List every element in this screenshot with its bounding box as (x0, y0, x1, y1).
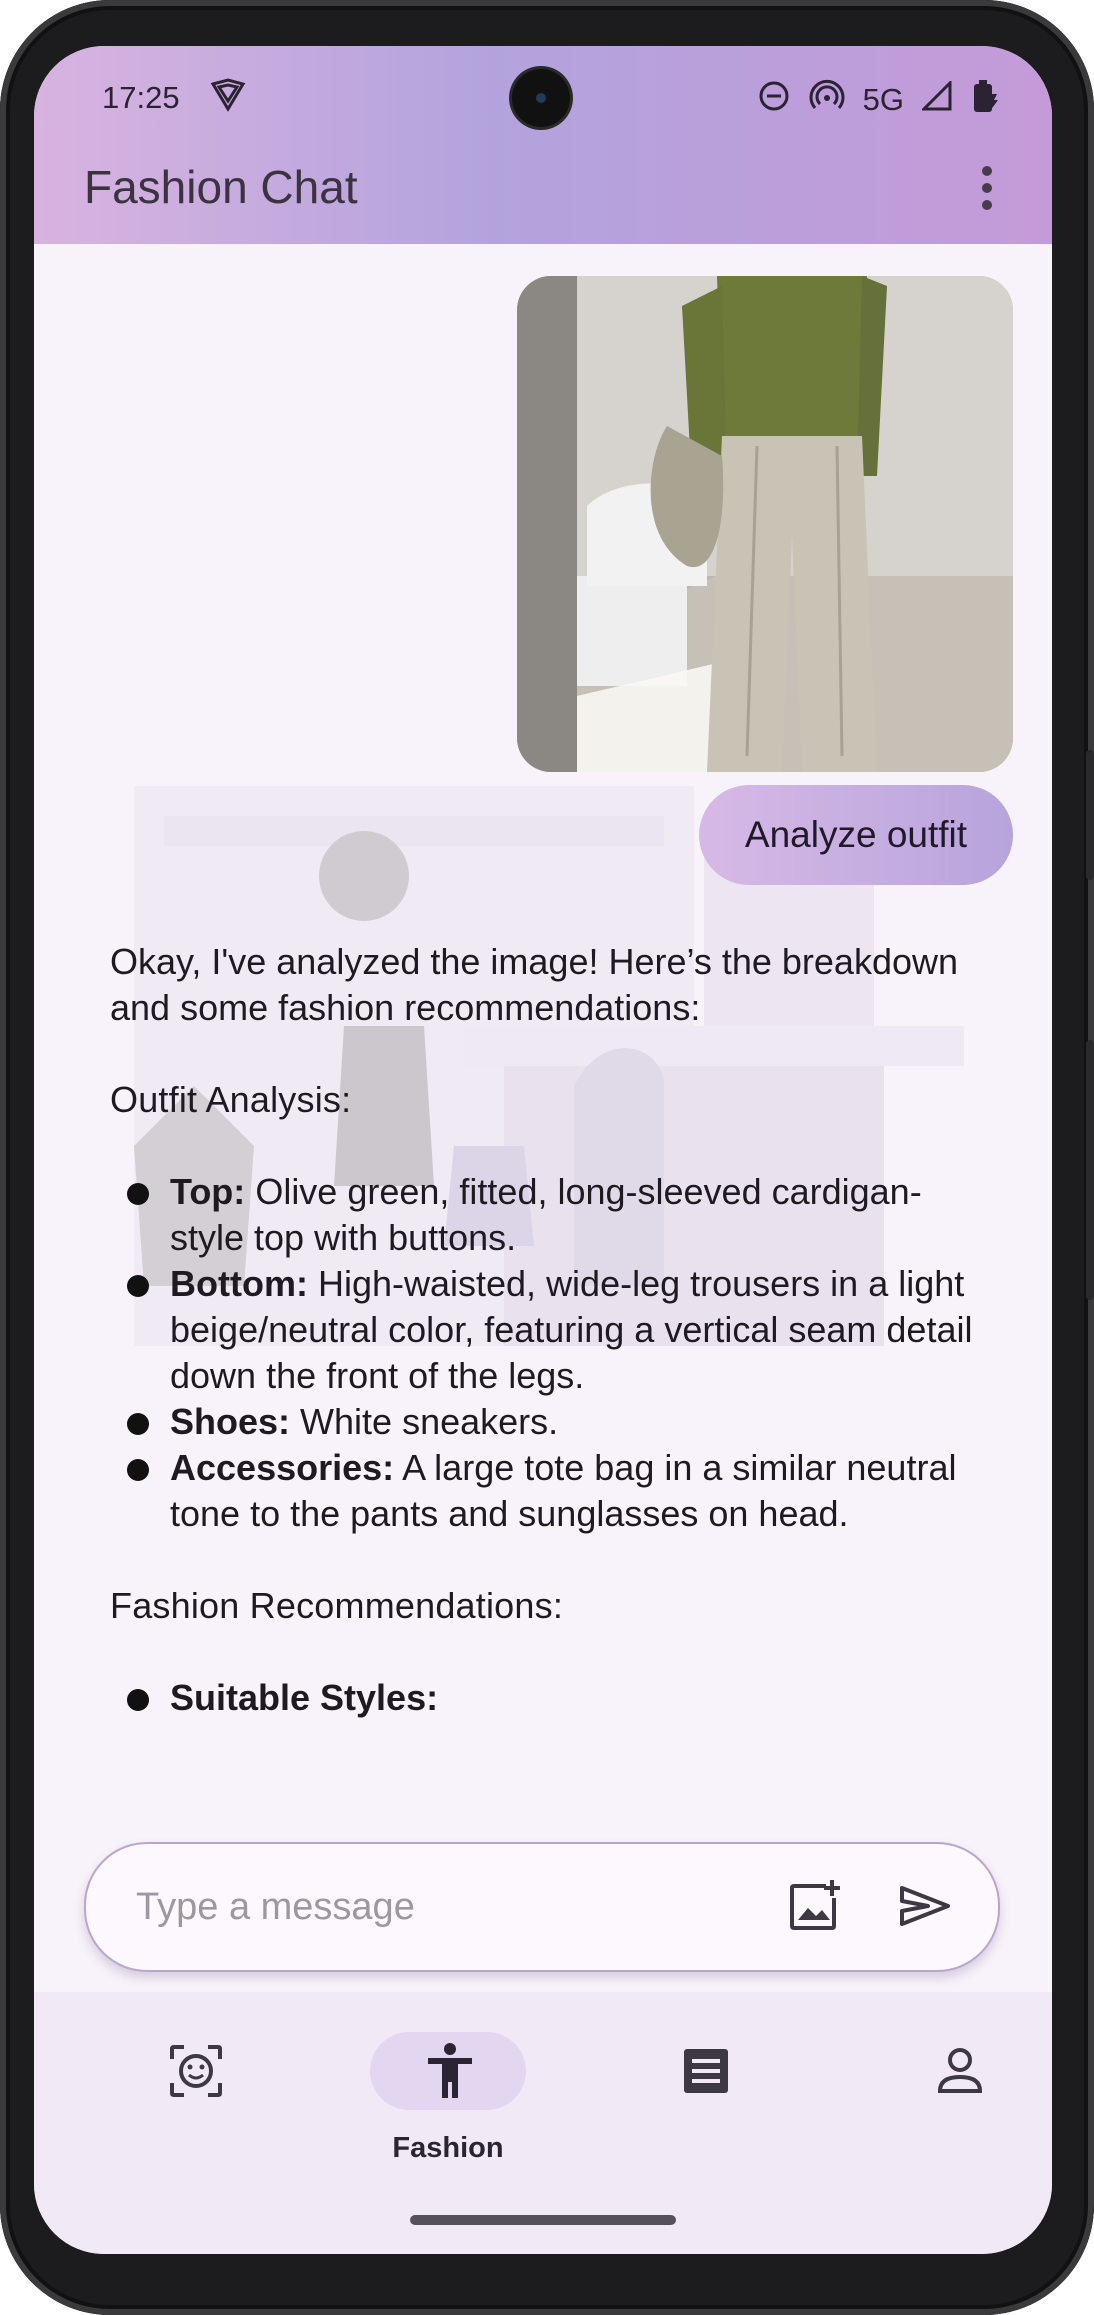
network-type: 5G (862, 82, 904, 117)
add-photo-icon[interactable] (786, 1876, 846, 1936)
more-vert-icon[interactable] (982, 166, 994, 217)
document-icon (684, 2049, 728, 2093)
top-app-bar: 17:25 5G Fashion Chat (34, 46, 1052, 244)
assistant-message: Okay, I've analyzed the image! Here’s th… (110, 939, 980, 1721)
outfit-analysis-list: Top: Olive green, fitted, long-sleeved c… (110, 1169, 980, 1537)
outfit-photo (517, 276, 1013, 772)
accessibility-icon (428, 2043, 472, 2098)
nav-item-documents[interactable] (626, 2032, 786, 2162)
volume-button (1086, 750, 1094, 880)
nav-item-face-scan[interactable] (116, 2032, 276, 2162)
do-not-disturb-icon (757, 79, 791, 121)
list-item: Accessories: A large tote bag in a simil… (110, 1445, 980, 1537)
nav-item-profile[interactable] (880, 2032, 1040, 2162)
vpn-icon (210, 78, 246, 120)
message-composer (84, 1842, 1000, 1972)
list-item: Suitable Styles: (110, 1675, 980, 1721)
nav-label-fashion: Fashion (392, 2132, 504, 2164)
face-scan-icon (170, 2045, 222, 2097)
power-button (1086, 1040, 1094, 1300)
page-title: Fashion Chat (84, 161, 358, 213)
reply-intro: Okay, I've analyzed the image! Here’s th… (110, 941, 959, 1028)
person-icon (937, 2048, 983, 2093)
battery-charging-icon (970, 78, 1000, 122)
screen: 17:25 5G Fashion Chat Analyze outfit Oka… (34, 46, 1052, 2254)
list-item: Top: Olive green, fitted, long-sleeved c… (110, 1169, 980, 1261)
hotspot-icon (809, 79, 845, 121)
front-camera (512, 69, 570, 127)
user-outfit-image[interactable] (517, 276, 1013, 772)
list-item: Shoes: White sneakers. (110, 1399, 980, 1445)
send-icon[interactable] (894, 1876, 954, 1936)
message-input[interactable] (134, 1878, 758, 1936)
recommendations-list: Suitable Styles: (110, 1675, 980, 1721)
nav-item-fashion[interactable]: Fashion (370, 2032, 530, 2164)
section-heading-outfit-analysis: Outfit Analysis: (110, 1079, 352, 1120)
list-item: Bottom: High-waisted, wide-leg trousers … (110, 1261, 980, 1399)
user-message-bubble: Analyze outfit (699, 785, 1013, 885)
section-heading-fashion-recommendations: Fashion Recommendations: (110, 1585, 564, 1626)
status-icons: 5G (757, 78, 1000, 122)
gesture-home-bar[interactable] (410, 2215, 676, 2225)
signal-icon (920, 79, 952, 119)
status-time: 17:25 (102, 80, 180, 115)
